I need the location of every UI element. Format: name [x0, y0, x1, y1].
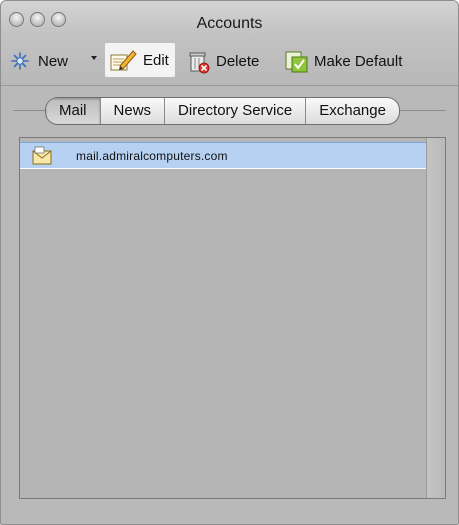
- title-bar[interactable]: Accounts: [1, 1, 458, 37]
- tab-mail[interactable]: Mail: [46, 98, 100, 124]
- tab-directory-service[interactable]: Directory Service: [164, 98, 305, 124]
- tab-news[interactable]: News: [99, 98, 165, 124]
- edit-button[interactable]: Edit: [105, 43, 175, 77]
- tab-exchange[interactable]: Exchange: [305, 98, 399, 124]
- accounts-list[interactable]: mail.admiralcomputers.com: [19, 137, 446, 499]
- window-title: Accounts: [196, 15, 263, 32]
- window-chrome: Accounts New Edit Delete Make Default: [1, 1, 458, 86]
- account-name: mail.admiralcomputers.com: [76, 148, 228, 163]
- make-default-button[interactable]: Make Default: [284, 47, 402, 75]
- delete-button-label: Delete: [216, 52, 260, 70]
- list-item[interactable]: mail.admiralcomputers.com: [20, 142, 426, 169]
- toolbar: New Edit Delete Make Default: [1, 41, 458, 81]
- mail-account-icon: [32, 146, 54, 166]
- make-default-button-label: Make Default: [314, 52, 403, 70]
- make-default-icon: [284, 48, 310, 74]
- accounts-window: Accounts New Edit Delete Make Default Ma…: [0, 0, 459, 525]
- new-sparkle-icon: [11, 52, 29, 70]
- delete-button[interactable]: Delete: [188, 47, 259, 75]
- edit-pencil-icon: [109, 47, 137, 73]
- vertical-scrollbar[interactable]: [426, 138, 445, 498]
- new-button-label: New: [38, 52, 69, 70]
- new-dropdown-arrow-icon[interactable]: [91, 56, 97, 60]
- edit-button-label: Edit: [143, 51, 169, 69]
- trash-delete-icon: [188, 50, 210, 74]
- new-button[interactable]: New: [11, 47, 68, 75]
- account-type-tabs: Mail News Directory Service Exchange: [45, 97, 400, 125]
